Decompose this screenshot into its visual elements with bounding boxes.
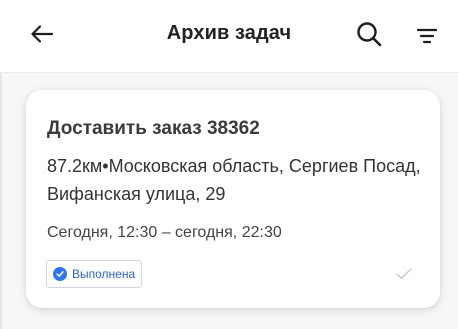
task-title: Доставить заказ 38362 bbox=[47, 118, 260, 139]
search-button[interactable] bbox=[353, 18, 385, 50]
task-address: 87.2км•Московская область, Сергиев Посад… bbox=[47, 156, 421, 204]
header-divider bbox=[0, 72, 458, 73]
status-badge: Выполнена bbox=[46, 260, 143, 288]
check-circle-icon bbox=[53, 267, 67, 281]
status-badge-label: Выполнена bbox=[72, 267, 136, 281]
content-edge bbox=[0, 73, 2, 329]
page-title: Архив задач bbox=[166, 22, 292, 44]
app-header: Архив задач bbox=[0, 0, 458, 72]
task-card[interactable]: Доставить заказ 38362 87.2км•Московская … bbox=[26, 90, 440, 308]
filter-button[interactable] bbox=[411, 20, 443, 52]
task-time: Сегодня, 12:30 – сегодня, 22:30 bbox=[47, 224, 282, 241]
checkmark-icon bbox=[394, 264, 414, 284]
search-icon bbox=[357, 22, 382, 47]
filter-icon bbox=[417, 28, 437, 44]
